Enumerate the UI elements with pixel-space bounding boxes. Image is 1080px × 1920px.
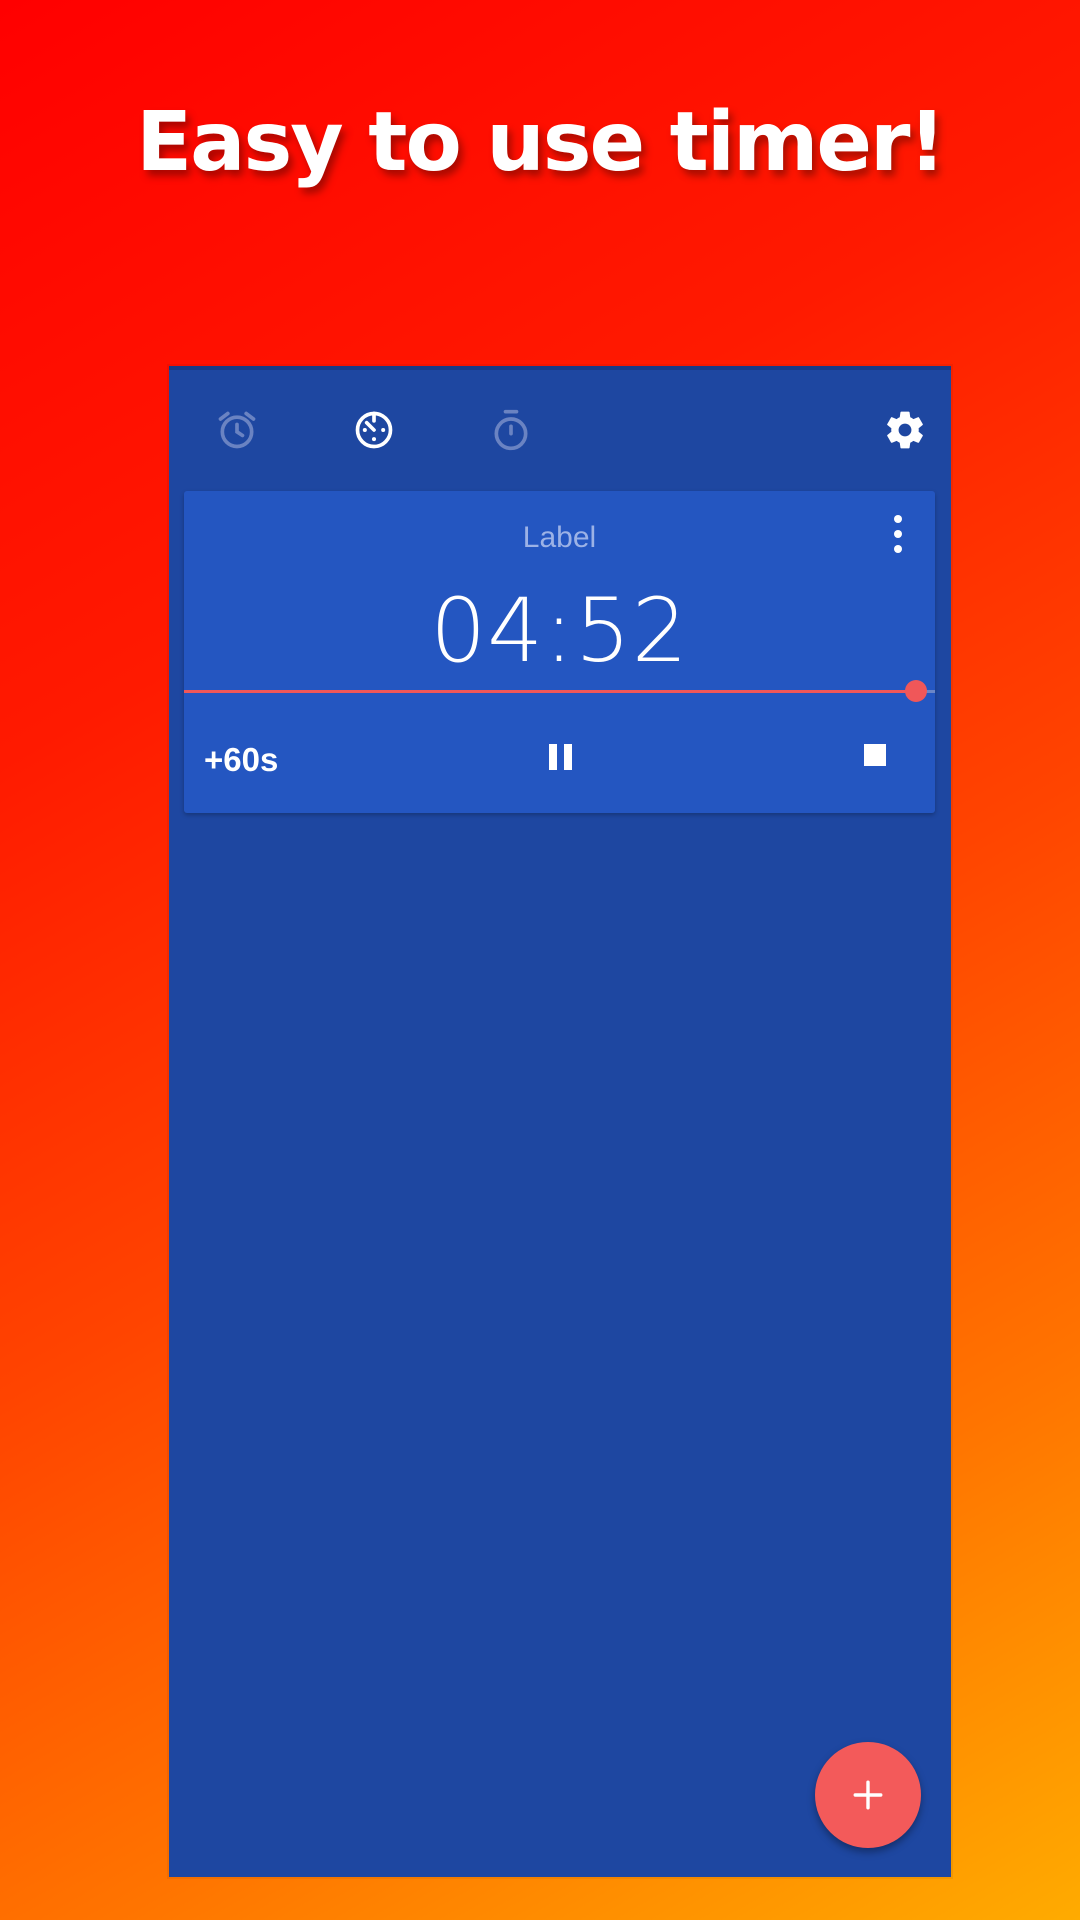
pause-button[interactable] (541, 733, 579, 781)
alarm-clock-icon (218, 411, 256, 449)
settings-button[interactable] (873, 398, 937, 462)
tab-stopwatch[interactable] (481, 400, 541, 460)
tab-alarm[interactable] (207, 400, 267, 460)
timer-label[interactable]: Label (184, 521, 935, 555)
pause-icon (548, 744, 557, 770)
add-60s-button[interactable]: +60s (204, 741, 278, 779)
add-timer-fab[interactable] (815, 1742, 921, 1848)
app-screen: Label 04:52 +60s (169, 366, 951, 1877)
timer-progress-fill (184, 690, 917, 693)
gear-icon (887, 411, 923, 449)
timer-time-display: 04:52 (430, 579, 689, 682)
stop-button[interactable] (864, 744, 886, 766)
tab-timer[interactable] (344, 400, 404, 460)
timer-progress-track (184, 680, 935, 702)
timer-card: Label 04:52 +60s (184, 491, 935, 813)
timer-icon (355, 411, 393, 449)
timer-progress-thumb[interactable] (905, 680, 928, 702)
stopwatch-icon (494, 409, 528, 451)
plus-icon (853, 1780, 883, 1810)
promo-headline: Easy to use timer! (136, 95, 946, 190)
more-vert-icon[interactable] (883, 511, 913, 557)
top-toolbar (169, 366, 951, 486)
